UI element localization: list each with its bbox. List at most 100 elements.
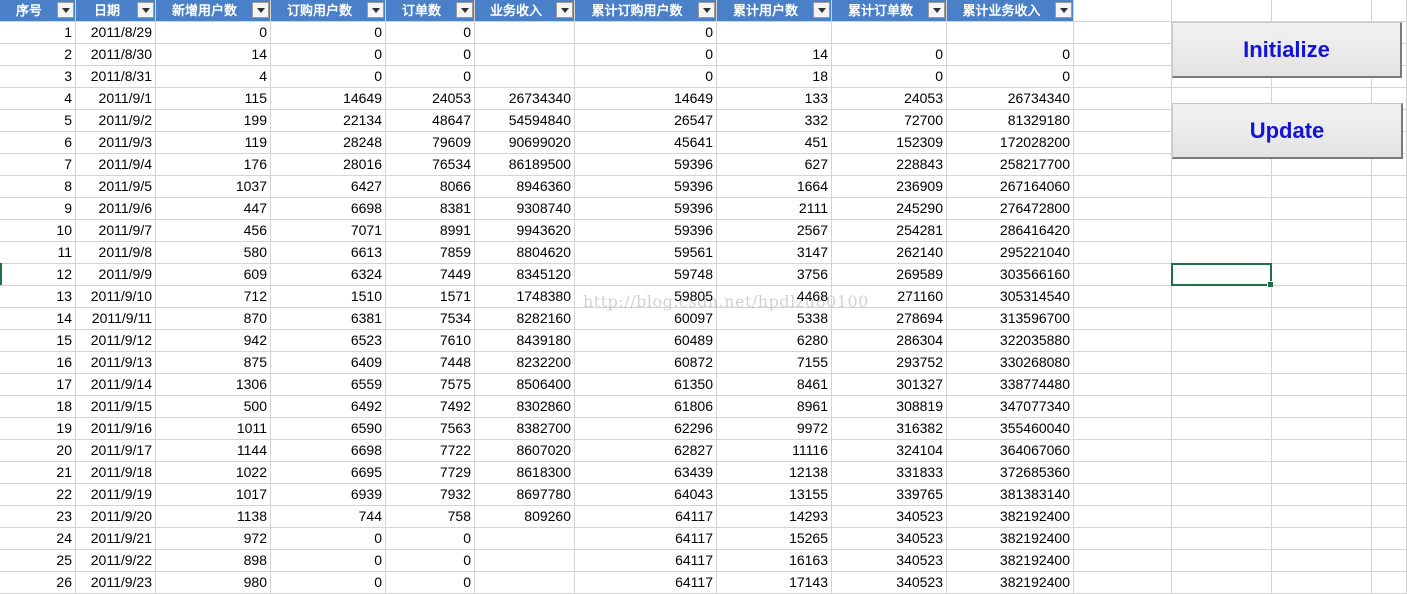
table-cell[interactable]: 2011/9/10 (76, 286, 156, 308)
empty-cell[interactable] (1372, 176, 1407, 198)
table-cell[interactable]: 2011/9/6 (76, 198, 156, 220)
column-header[interactable]: 累计订购用户数 (575, 0, 717, 22)
table-cell[interactable]: 8382700 (475, 418, 575, 440)
table-cell[interactable]: 7071 (271, 220, 386, 242)
table-cell[interactable]: 0 (575, 66, 717, 88)
table-cell[interactable]: 24 (0, 528, 76, 550)
table-cell[interactable]: 6381 (271, 308, 386, 330)
table-cell[interactable]: 7722 (386, 440, 475, 462)
empty-cell[interactable] (1372, 418, 1407, 440)
table-cell[interactable]: 20 (0, 440, 76, 462)
table-cell[interactable]: 23 (0, 506, 76, 528)
table-cell[interactable]: 8804620 (475, 242, 575, 264)
table-cell[interactable]: 60872 (575, 352, 717, 374)
filter-dropdown-icon[interactable] (252, 2, 269, 18)
table-cell[interactable]: 63439 (575, 462, 717, 484)
empty-cell[interactable] (1172, 572, 1272, 594)
table-cell[interactable]: 1138 (156, 506, 271, 528)
table-cell[interactable]: 26547 (575, 110, 717, 132)
table-cell[interactable]: 451 (717, 132, 832, 154)
empty-cell[interactable] (1172, 176, 1272, 198)
table-cell[interactable]: 2011/9/18 (76, 462, 156, 484)
table-cell[interactable]: 90699020 (475, 132, 575, 154)
table-cell[interactable]: 809260 (475, 506, 575, 528)
empty-cell[interactable] (1074, 374, 1172, 396)
table-cell[interactable]: 0 (271, 528, 386, 550)
table-cell[interactable]: 500 (156, 396, 271, 418)
table-cell[interactable]: 7155 (717, 352, 832, 374)
table-cell[interactable]: 24053 (386, 88, 475, 110)
table-cell[interactable]: 942 (156, 330, 271, 352)
table-cell[interactable]: 22134 (271, 110, 386, 132)
table-cell[interactable]: 119 (156, 132, 271, 154)
update-button[interactable]: Update (1172, 103, 1403, 159)
empty-cell[interactable] (1074, 0, 1172, 22)
filter-dropdown-icon[interactable] (813, 2, 830, 18)
table-cell[interactable]: 2011/9/14 (76, 374, 156, 396)
table-cell[interactable]: 17 (0, 374, 76, 396)
table-cell[interactable]: 2011/9/22 (76, 550, 156, 572)
table-cell[interactable]: 64117 (575, 572, 717, 594)
table-cell[interactable]: 172028200 (947, 132, 1074, 154)
table-cell[interactable]: 0 (386, 550, 475, 572)
table-cell[interactable]: 8302860 (475, 396, 575, 418)
empty-cell[interactable] (1272, 418, 1372, 440)
table-cell[interactable]: 8345120 (475, 264, 575, 286)
table-cell[interactable] (832, 22, 947, 44)
table-cell[interactable]: 4 (156, 66, 271, 88)
empty-cell[interactable] (1272, 506, 1372, 528)
column-header[interactable]: 日期 (76, 0, 156, 22)
table-cell[interactable]: 0 (271, 22, 386, 44)
table-cell[interactable]: 2011/9/16 (76, 418, 156, 440)
table-cell[interactable] (475, 66, 575, 88)
empty-cell[interactable] (1372, 308, 1407, 330)
empty-cell[interactable] (1074, 132, 1172, 154)
empty-cell[interactable] (1372, 374, 1407, 396)
table-cell[interactable]: 5 (0, 110, 76, 132)
table-cell[interactable]: 447 (156, 198, 271, 220)
table-cell[interactable]: 6590 (271, 418, 386, 440)
empty-cell[interactable] (1172, 418, 1272, 440)
table-cell[interactable]: 8506400 (475, 374, 575, 396)
table-cell[interactable]: 1571 (386, 286, 475, 308)
table-cell[interactable]: 60097 (575, 308, 717, 330)
table-cell[interactable]: 1022 (156, 462, 271, 484)
empty-cell[interactable] (1272, 308, 1372, 330)
table-cell[interactable]: 0 (575, 44, 717, 66)
filter-dropdown-icon[interactable] (137, 2, 154, 18)
table-cell[interactable]: 6280 (717, 330, 832, 352)
empty-cell[interactable] (1074, 462, 1172, 484)
table-cell[interactable]: 7534 (386, 308, 475, 330)
table-cell[interactable]: 2011/9/11 (76, 308, 156, 330)
table-cell[interactable]: 0 (947, 66, 1074, 88)
empty-cell[interactable] (1074, 176, 1172, 198)
table-cell[interactable]: 3756 (717, 264, 832, 286)
empty-cell[interactable] (1172, 198, 1272, 220)
table-cell[interactable]: 8461 (717, 374, 832, 396)
table-cell[interactable]: 2011/9/20 (76, 506, 156, 528)
table-cell[interactable]: 115 (156, 88, 271, 110)
table-cell[interactable]: 0 (386, 572, 475, 594)
empty-cell[interactable] (1074, 44, 1172, 66)
table-cell[interactable]: 3 (0, 66, 76, 88)
table-cell[interactable]: 8618300 (475, 462, 575, 484)
table-cell[interactable]: 8961 (717, 396, 832, 418)
table-cell[interactable]: 7575 (386, 374, 475, 396)
table-cell[interactable]: 898 (156, 550, 271, 572)
table-cell[interactable]: 7449 (386, 264, 475, 286)
table-cell[interactable]: 267164060 (947, 176, 1074, 198)
table-cell[interactable]: 1 (0, 22, 76, 44)
empty-cell[interactable] (1074, 440, 1172, 462)
table-cell[interactable]: 15265 (717, 528, 832, 550)
table-cell[interactable]: 0 (386, 528, 475, 550)
filter-dropdown-icon[interactable] (928, 2, 945, 18)
empty-cell[interactable] (1372, 484, 1407, 506)
table-cell[interactable]: 8697780 (475, 484, 575, 506)
table-cell[interactable]: 60489 (575, 330, 717, 352)
table-cell[interactable]: 875 (156, 352, 271, 374)
table-cell[interactable]: 45641 (575, 132, 717, 154)
table-cell[interactable]: 14 (717, 44, 832, 66)
table-cell[interactable]: 0 (386, 44, 475, 66)
table-cell[interactable]: 8232200 (475, 352, 575, 374)
table-cell[interactable]: 64117 (575, 550, 717, 572)
